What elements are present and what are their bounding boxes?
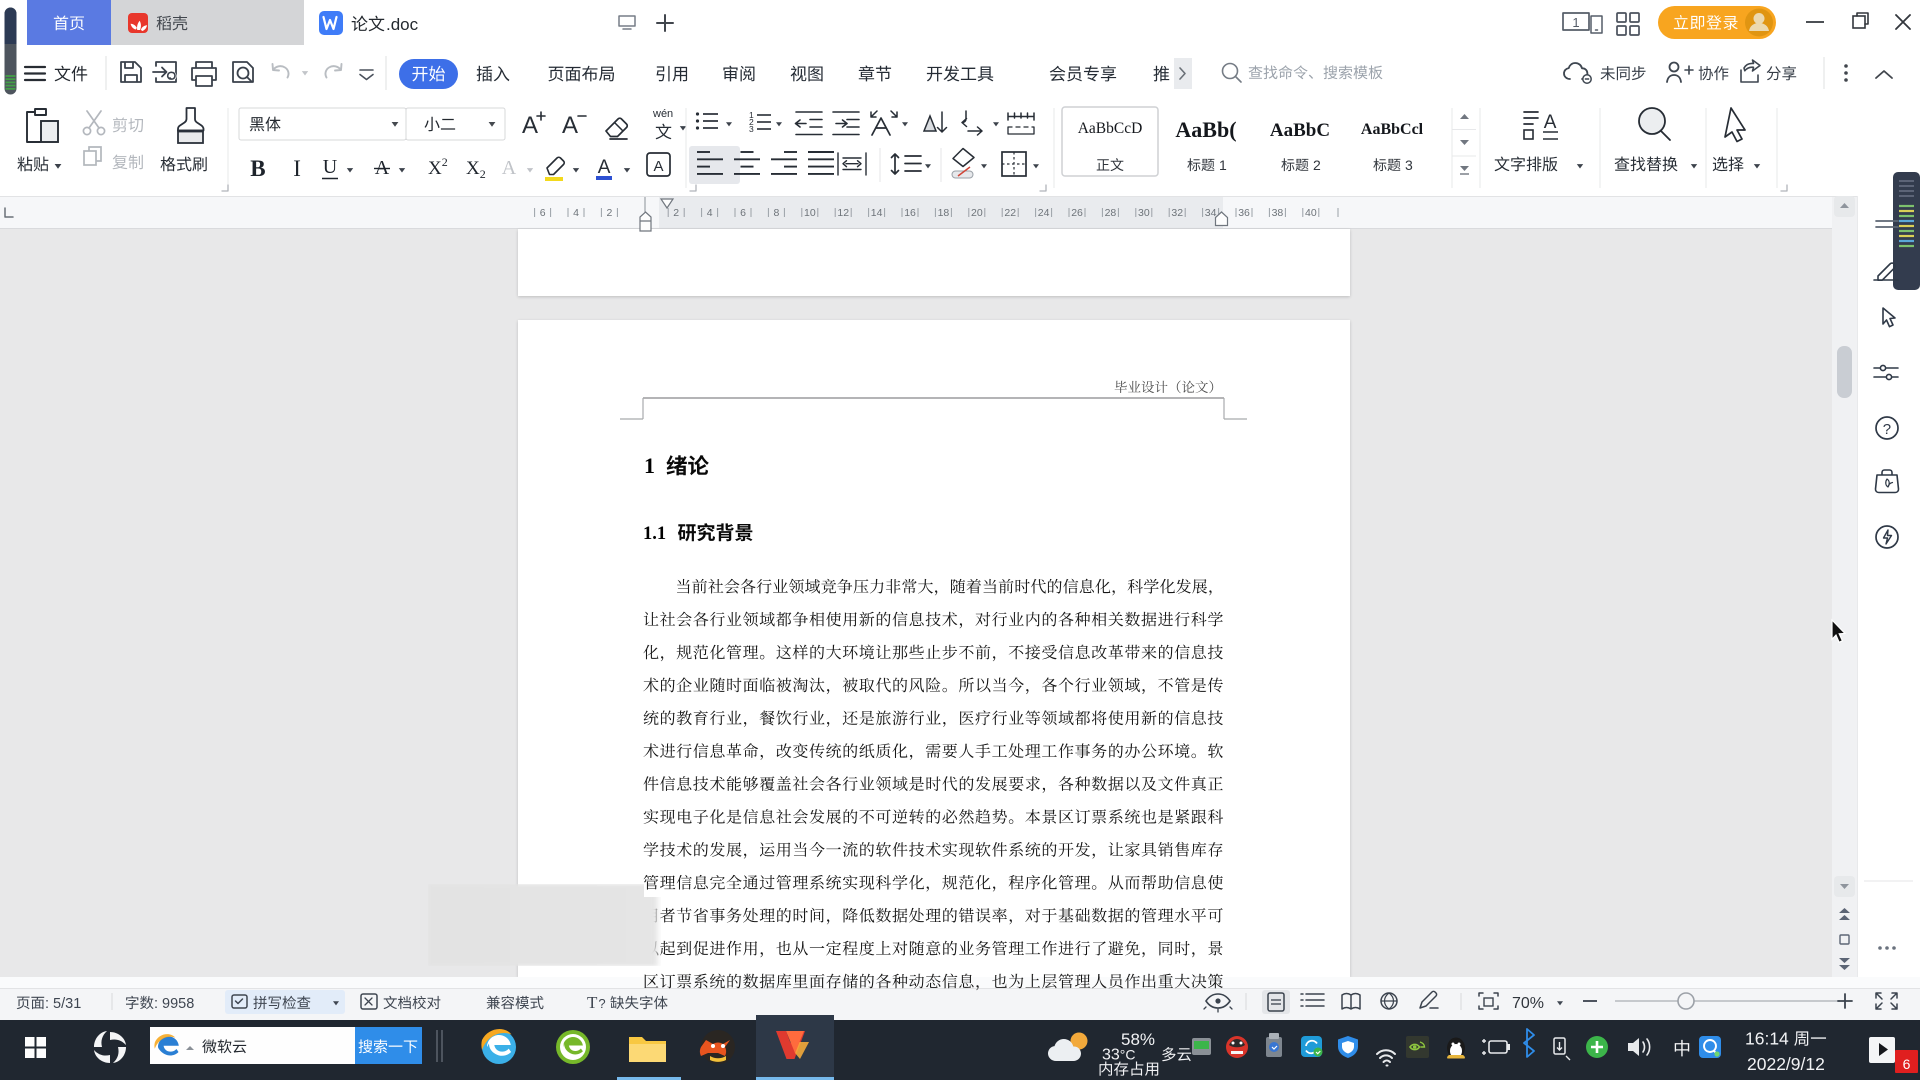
svg-text:wén: wén [652, 108, 673, 120]
svg-text:I: I [293, 156, 301, 181]
svg-text:22: 22 [1004, 207, 1016, 219]
svg-text:: 5/31: : 5/31 [45, 996, 81, 1012]
svg-text:AaBbC: AaBbC [1270, 120, 1330, 141]
svg-text:20: 20 [971, 207, 983, 219]
svg-text:30: 30 [1138, 207, 1150, 219]
svg-text:?: ? [598, 996, 605, 1011]
svg-text:6: 6 [1903, 1056, 1911, 1072]
svg-text:A: A [598, 157, 611, 178]
svg-text:2: 2 [442, 155, 448, 169]
svg-text:2: 2 [673, 207, 679, 219]
svg-text:18: 18 [938, 207, 950, 219]
svg-text:AaBbCcl: AaBbCcl [1361, 121, 1424, 138]
svg-text:70%: 70% [1512, 995, 1544, 1012]
svg-text:8: 8 [774, 207, 780, 219]
svg-text:3: 3 [749, 124, 754, 134]
svg-text:.doc: .doc [386, 15, 419, 34]
svg-text:12: 12 [837, 207, 849, 219]
svg-text:4: 4 [573, 207, 579, 219]
svg-text:AaBb(: AaBb( [1175, 117, 1236, 142]
svg-text:A: A [654, 158, 664, 175]
svg-text:X: X [428, 158, 442, 179]
svg-text:33: 33 [1102, 1047, 1120, 1064]
svg-text:A: A [562, 112, 578, 139]
svg-text:B: B [250, 156, 265, 181]
svg-text:A: A [522, 112, 538, 139]
svg-text:14: 14 [871, 207, 883, 219]
svg-text:40: 40 [1305, 207, 1317, 219]
svg-text:: 9958: : 9958 [154, 996, 194, 1012]
svg-text:X: X [466, 158, 480, 179]
svg-text:A: A [375, 157, 390, 179]
svg-text:6: 6 [540, 207, 546, 219]
svg-text:32: 32 [1171, 207, 1183, 219]
svg-text:26: 26 [1071, 207, 1083, 219]
svg-text:36: 36 [1238, 207, 1250, 219]
svg-text:24: 24 [1038, 207, 1050, 219]
svg-text:4: 4 [707, 207, 713, 219]
svg-text:A: A [1544, 112, 1557, 133]
svg-text:2: 2 [480, 167, 486, 181]
svg-text:2: 2 [607, 207, 613, 219]
svg-text:28: 28 [1105, 207, 1117, 219]
svg-text:38: 38 [1272, 207, 1284, 219]
svg-text:AaBbCcD: AaBbCcD [1078, 120, 1143, 137]
svg-text:16:14: 16:14 [1745, 1029, 1789, 1049]
svg-text:1.1: 1.1 [643, 524, 666, 544]
svg-text:A: A [502, 157, 517, 179]
svg-text:1: 1 [644, 453, 655, 478]
svg-text:U: U [323, 156, 338, 178]
svg-text:34: 34 [1205, 207, 1217, 219]
svg-text:16: 16 [904, 207, 916, 219]
svg-text:1: 1 [1219, 157, 1227, 173]
svg-text:?: ? [1883, 421, 1891, 438]
svg-text:3: 3 [1405, 157, 1413, 173]
svg-text:2: 2 [1313, 157, 1321, 173]
svg-text:T: T [587, 993, 598, 1012]
svg-text:10: 10 [804, 207, 816, 219]
svg-text:2022/9/12: 2022/9/12 [1747, 1054, 1825, 1074]
svg-text:°C: °C [1120, 1047, 1136, 1063]
svg-text:1: 1 [1572, 15, 1579, 30]
svg-text:6: 6 [740, 207, 746, 219]
